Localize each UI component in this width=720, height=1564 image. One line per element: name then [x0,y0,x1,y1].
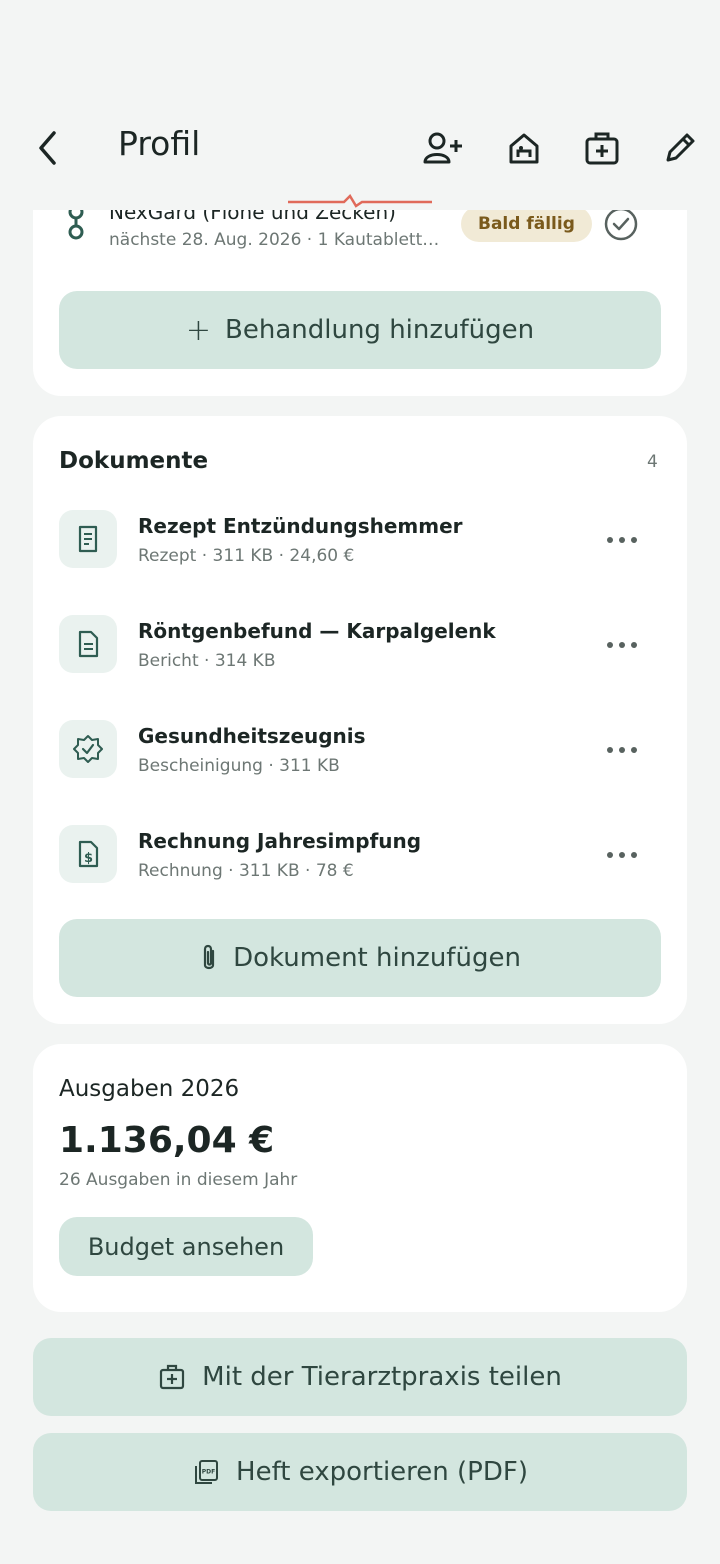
documents-count: 4 [647,452,658,472]
add-document-label: Dokument hinzufügen [233,943,521,973]
share-with-vet-label: Mit der Tierarztpraxis teilen [202,1362,562,1392]
document-meta: Rezept · 311 KB · 24,60 € [138,546,355,566]
svg-text:PDF: PDF [202,1469,215,1476]
share-with-vet-button[interactable]: Mit der Tierarztpraxis teilen [33,1338,687,1416]
receipt-icon [59,510,117,568]
expenses-title: Ausgaben 2026 [59,1076,240,1102]
more-options-icon[interactable] [607,640,637,650]
expenses-caption: 26 Ausgaben in diesem Jahr [59,1170,298,1190]
document-meta: Rechnung · 311 KB · 78 € [138,861,354,881]
add-document-button[interactable]: Dokument hinzufügen [59,919,661,997]
edit-pencil-icon[interactable] [658,128,702,168]
top-app-bar: Profil [0,0,720,210]
document-row[interactable]: Gesundheitszeugnis Bescheinigung · 311 K… [33,712,687,788]
expenses-amount: 1.136,04 € [59,1120,275,1161]
more-options-icon[interactable] [607,535,637,545]
pet-house-icon[interactable] [502,128,546,168]
paperclip-icon [199,943,219,973]
due-soon-badge: Bald fällig [461,206,592,242]
add-treatment-label: Behandlung hinzufügen [225,315,535,345]
page-title: Profil [118,124,201,163]
expenses-card: Ausgaben 2026 1.136,04 € 26 Ausgaben in … [33,1044,687,1312]
svg-text:$: $ [84,851,93,866]
document-meta: Bericht · 314 KB [138,651,276,671]
documents-card: Dokumente 4 Rezept Entzündungshemmer Rez… [33,416,687,1024]
documents-title: Dokumente [59,448,209,474]
invoice-dollar-icon: $ [59,825,117,883]
export-pdf-button[interactable]: PDF Heft exportieren (PDF) [33,1433,687,1511]
document-title: Gesundheitszeugnis [138,724,366,748]
plus-icon: + [185,312,212,348]
pdf-stack-icon: PDF [192,1458,220,1486]
scroll-indicator [288,194,432,208]
document-meta: Bescheinigung · 311 KB [138,756,340,776]
more-options-icon[interactable] [607,850,637,860]
back-arrow-icon[interactable] [30,128,66,168]
add-treatment-button[interactable]: + Behandlung hinzufügen [59,291,661,369]
mark-done-check-icon[interactable] [603,206,639,242]
more-options-icon[interactable] [607,745,637,755]
document-icon [59,615,117,673]
document-title: Rechnung Jahresimpfung [138,829,422,853]
document-row[interactable]: Röntgenbefund — Karpalgelenk Bericht · 3… [33,607,687,683]
document-title: Rezept Entzündungshemmer [138,514,463,538]
treatment-detail: nächste 28. Aug. 2026 · 1 Kautablett… [109,230,440,250]
export-pdf-label: Heft exportieren (PDF) [236,1457,528,1487]
document-row[interactable]: $ Rechnung Jahresimpfung Rechnung · 311 … [33,817,687,893]
document-row[interactable]: Rezept Entzündungshemmer Rezept · 311 KB… [33,502,687,578]
add-person-icon[interactable] [422,128,466,168]
vet-kit-icon [158,1363,186,1391]
document-title: Röntgenbefund — Karpalgelenk [138,619,496,643]
certificate-badge-icon [59,720,117,778]
view-budget-button[interactable]: Budget ansehen [59,1217,313,1276]
vet-kit-icon[interactable] [580,128,624,168]
